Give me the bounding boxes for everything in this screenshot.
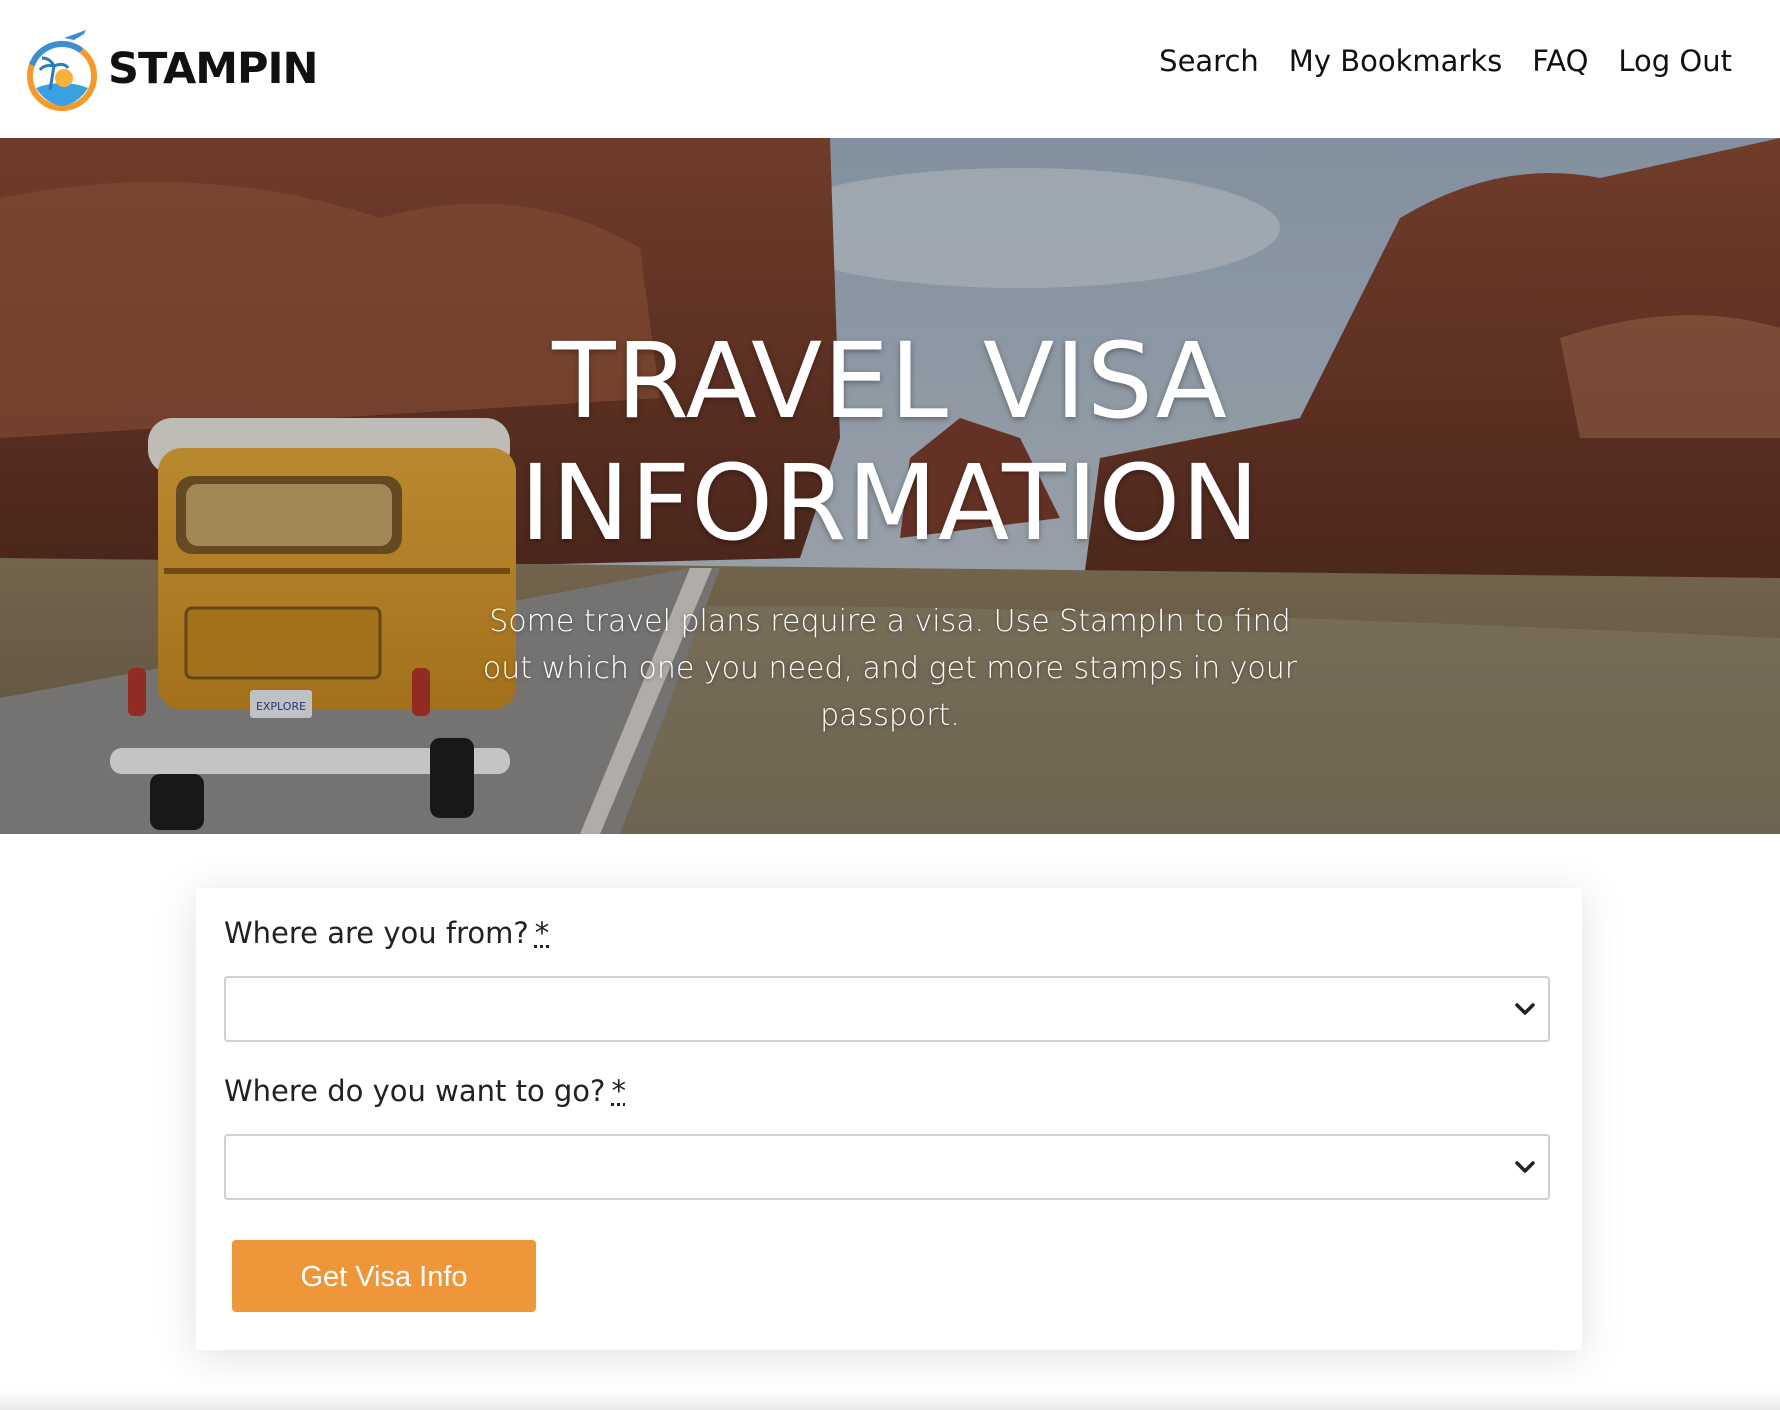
nav-log-out[interactable]: Log Out <box>1618 44 1732 78</box>
visa-search-form: Where are you from? * Where do you want t… <box>196 888 1582 1350</box>
nav-search[interactable]: Search <box>1159 44 1259 78</box>
hero-title: TRAVEL VISA INFORMATION <box>0 320 1780 564</box>
from-label: Where are you from? * <box>224 916 549 950</box>
hero-title-line1: TRAVEL VISA <box>552 320 1228 442</box>
hero-subtitle: Some travel plans require a visa. Use St… <box>482 604 1298 733</box>
from-label-text: Where are you from? <box>224 916 529 950</box>
to-select[interactable] <box>224 1134 1550 1200</box>
chevron-down-icon <box>1515 1161 1535 1173</box>
main-nav: Search My Bookmarks FAQ Log Out <box>1159 44 1732 78</box>
to-label: Where do you want to go? * <box>224 1074 626 1108</box>
required-marker: * <box>611 1074 626 1108</box>
logo-icon <box>27 30 97 111</box>
page-bottom-edge <box>0 1390 1780 1410</box>
nav-my-bookmarks[interactable]: My Bookmarks <box>1289 44 1502 78</box>
nav-faq[interactable]: FAQ <box>1532 44 1588 78</box>
hero-banner: EXPLORE TRAVEL VISA INFORMATION Some tra… <box>0 138 1780 834</box>
to-label-text: Where do you want to go? <box>224 1074 606 1108</box>
hero-title-line2: INFORMATION <box>519 442 1261 564</box>
required-marker: * <box>534 916 550 950</box>
brand-name: STAMPIN <box>108 44 319 94</box>
get-visa-info-button[interactable]: Get Visa Info <box>232 1240 536 1312</box>
chevron-down-icon <box>1515 1003 1535 1015</box>
site-header: STAMPIN Search My Bookmarks FAQ Log Out <box>0 0 1780 138</box>
logo[interactable]: STAMPIN <box>24 26 324 116</box>
from-select[interactable] <box>224 976 1550 1042</box>
